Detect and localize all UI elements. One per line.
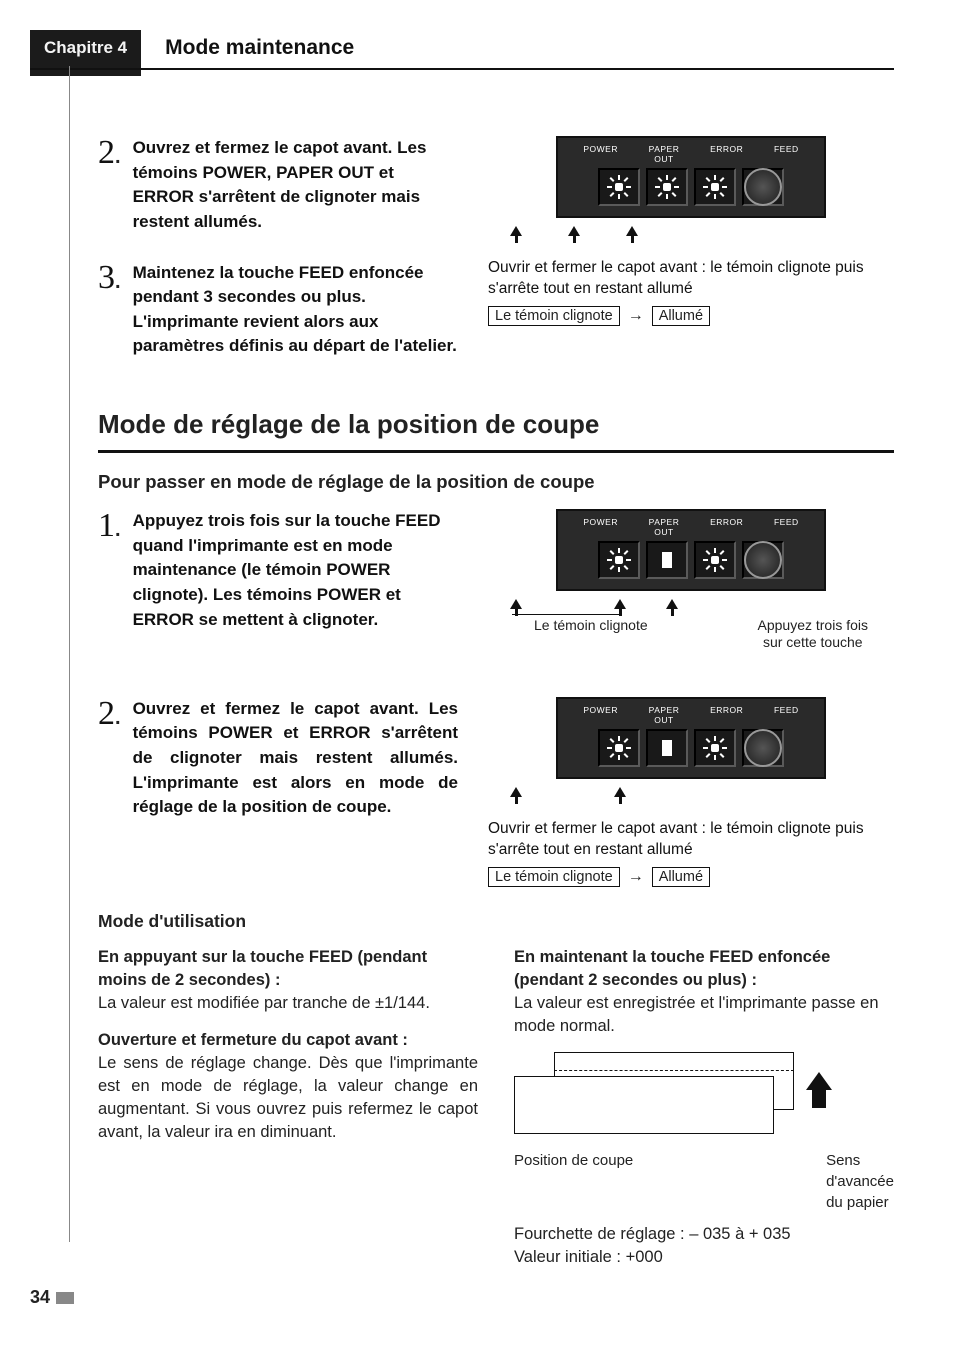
coupe-step-1: 1. Appuyez trois fois sur la touche FEED… bbox=[98, 509, 458, 632]
feed-button bbox=[742, 541, 784, 579]
mode-util-columns: En appuyant sur la touche FEED (pendant … bbox=[98, 946, 894, 1270]
label-paper-out: PAPEROUT bbox=[649, 705, 680, 725]
state-to: Allumé bbox=[652, 306, 710, 326]
led-panel-step1: POWER PAPEROUT ERROR FEED bbox=[488, 509, 894, 651]
error-led bbox=[694, 541, 736, 579]
arrow-indicators bbox=[510, 787, 894, 797]
paper-out-led bbox=[646, 541, 688, 579]
power-led bbox=[598, 729, 640, 767]
page-number: 34 bbox=[30, 1287, 74, 1308]
label-error: ERROR bbox=[710, 517, 743, 537]
panel-caption: Ouvrir et fermer le capot avant : le tém… bbox=[488, 258, 894, 300]
arrow-indicators bbox=[510, 599, 894, 609]
coupe-step1-block: 1. Appuyez trois fois sur la touche FEED… bbox=[98, 509, 894, 673]
led-panel-top: POWER PAPEROUT ERROR FEED bbox=[488, 136, 894, 236]
error-led bbox=[694, 168, 736, 206]
coupe-step2-block: 2. Ouvrez et fermez le capot avant. Les … bbox=[98, 697, 894, 887]
step-2: 2. Ouvrez et fermez le capot avant. Les … bbox=[98, 136, 458, 235]
brace-line bbox=[512, 609, 620, 615]
paper-direction-arrow-icon bbox=[806, 1072, 834, 1108]
label-feed: FEED bbox=[774, 144, 799, 164]
util-right-h1: En maintenant la touche FEED enfoncée (p… bbox=[514, 946, 894, 992]
label-error: ERROR bbox=[710, 705, 743, 725]
top-block: 2. Ouvrez et fermez le capot avant. Les … bbox=[98, 136, 894, 385]
feed-button bbox=[742, 729, 784, 767]
cut-label-left: Position de coupe bbox=[514, 1150, 633, 1213]
label-feed: FEED bbox=[774, 517, 799, 537]
paper-out-led bbox=[646, 168, 688, 206]
step-3: 3. Maintenez la touche FEED enfoncée pen… bbox=[98, 261, 458, 360]
step-text: Appuyez trois fois sur la touche FEED qu… bbox=[133, 509, 458, 632]
arrow-indicators bbox=[510, 226, 894, 236]
cut-position-diagram bbox=[514, 1052, 814, 1142]
panel-caption: Ouvrir et fermer le capot avant : le tém… bbox=[488, 819, 894, 861]
label-power: POWER bbox=[583, 517, 618, 537]
footer-bar-icon bbox=[56, 1292, 74, 1304]
header-title: Mode maintenance bbox=[165, 36, 354, 60]
arrow-up-icon bbox=[510, 599, 522, 609]
util-left-h2: Ouverture et fermeture du capot avant : bbox=[98, 1029, 478, 1052]
paper-out-led bbox=[646, 729, 688, 767]
content-area: 2. Ouvrez et fermez le capot avant. Les … bbox=[98, 136, 894, 1269]
range-text: Fourchette de réglage : – 035 à + 035 bbox=[514, 1223, 894, 1246]
step-number: 2 bbox=[98, 695, 115, 732]
arrow-up-icon bbox=[666, 599, 678, 609]
label-feed: FEED bbox=[774, 705, 799, 725]
util-right-p1: La valeur est enregistrée et l'imprimant… bbox=[514, 992, 894, 1038]
section-underline bbox=[98, 450, 894, 453]
arrow-up-icon bbox=[510, 787, 522, 797]
step-text: Maintenez la touche FEED enfoncée pendan… bbox=[133, 261, 458, 360]
power-led bbox=[598, 541, 640, 579]
label-paper-out: PAPEROUT bbox=[649, 144, 680, 164]
step-number: 1 bbox=[98, 507, 115, 544]
label-power: POWER bbox=[583, 144, 618, 164]
util-left-h1: En appuyant sur la touche FEED (pendant … bbox=[98, 946, 478, 992]
step-text: Ouvrez et fermez le capot avant. Les tém… bbox=[133, 136, 458, 235]
label-error: ERROR bbox=[710, 144, 743, 164]
arrow-up-icon bbox=[510, 226, 522, 236]
step-text: Ouvrez et fermez le capot avant. Les tém… bbox=[133, 697, 458, 820]
label-power: POWER bbox=[583, 705, 618, 725]
led-panel-step2: POWER PAPEROUT ERROR FEED bbox=[488, 697, 894, 797]
power-led bbox=[598, 168, 640, 206]
util-left-p1: La valeur est modifiée par tranche de ±1… bbox=[98, 992, 478, 1015]
error-led bbox=[694, 729, 736, 767]
state-transition: Le témoin clignote → Allumé bbox=[488, 867, 894, 887]
util-left-p2: Le sens de réglage change. Dès que l'imp… bbox=[98, 1052, 478, 1144]
feed-button bbox=[742, 168, 784, 206]
label-paper-out: PAPEROUT bbox=[649, 517, 680, 537]
initial-value-text: Valeur initiale : +000 bbox=[514, 1246, 894, 1269]
arrow-up-icon bbox=[568, 226, 580, 236]
page: Chapitre 4 Mode maintenance 2. Ouvrez et… bbox=[0, 0, 954, 1352]
arrow-up-icon bbox=[614, 599, 626, 609]
step-number: 2 bbox=[98, 134, 115, 171]
state-transition: Le témoin clignote → Allumé bbox=[488, 306, 894, 326]
section-subhead: Pour passer en mode de réglage de la pos… bbox=[98, 471, 894, 493]
caption-left: Le témoin clignote bbox=[534, 617, 648, 651]
state-from: Le témoin clignote bbox=[488, 867, 620, 887]
vertical-rule bbox=[69, 66, 70, 1242]
arrow-right-icon: → bbox=[628, 307, 644, 325]
arrow-up-icon bbox=[614, 787, 626, 797]
section-title: Mode de réglage de la position de coupe bbox=[98, 409, 894, 440]
header-rule bbox=[30, 68, 894, 70]
caption-right: Appuyez trois foissur cette touche bbox=[758, 617, 869, 651]
state-from: Le témoin clignote bbox=[488, 306, 620, 326]
arrow-up-icon bbox=[626, 226, 638, 236]
step-number: 3 bbox=[98, 259, 115, 296]
mode-util-heading: Mode d'utilisation bbox=[98, 911, 894, 932]
state-to: Allumé bbox=[652, 867, 710, 887]
coupe-step-2: 2. Ouvrez et fermez le capot avant. Les … bbox=[98, 697, 458, 820]
arrow-right-icon: → bbox=[628, 868, 644, 886]
cut-label-right: Sensd'avancéedu papier bbox=[826, 1150, 894, 1213]
